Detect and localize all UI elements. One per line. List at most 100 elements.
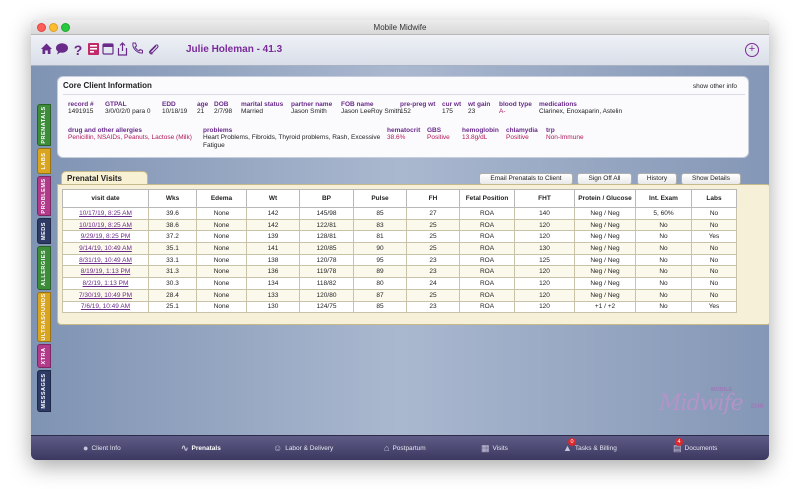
phone-icon[interactable] bbox=[130, 42, 144, 58]
home-icon[interactable] bbox=[39, 42, 53, 58]
table-cell: +1 / +2 bbox=[574, 300, 636, 314]
column-header[interactable]: Fetal Position bbox=[459, 189, 515, 208]
table-row[interactable]: 8/2/19, 1:13 PM 30.3 None 134 118/82 80 24 ROA 1… bbox=[62, 277, 737, 290]
record-label: record # bbox=[68, 101, 94, 108]
table-cell: 124/75 bbox=[299, 300, 354, 314]
side-tab-label: XTRA bbox=[41, 347, 47, 365]
pulse-icon: ∿ bbox=[181, 443, 189, 453]
export-icon[interactable] bbox=[115, 42, 129, 58]
column-header[interactable]: visit date bbox=[62, 189, 149, 208]
blood-type-label: blood type bbox=[499, 101, 532, 108]
trp-label: trp bbox=[546, 127, 555, 134]
chat-icon[interactable] bbox=[55, 42, 69, 58]
table-row[interactable]: 8/19/19, 1:13 PM 31.3 None 136 119/78 89 23 ROA… bbox=[62, 265, 737, 279]
table-cell: ROA bbox=[459, 218, 515, 232]
side-tab-prenatals[interactable]: PRENATALS bbox=[37, 104, 51, 146]
side-tab-messages[interactable]: MESSAGES bbox=[37, 370, 51, 412]
visit-date-link[interactable]: 8/19/19, 1:13 PM bbox=[62, 265, 149, 279]
nav-label: Labor & Delivery bbox=[285, 445, 334, 453]
table-row[interactable]: 9/29/19, 8:25 PM 37.2 None 139 128/81 81 25 ROA… bbox=[62, 230, 737, 244]
nav-labor-delivery[interactable]: ☺ Labor & Delivery bbox=[273, 436, 333, 460]
table-cell: 120/78 bbox=[299, 253, 354, 267]
chlamydia-label: chlamydia bbox=[506, 127, 538, 134]
table-cell: Yes bbox=[691, 230, 737, 244]
table-cell: None bbox=[196, 230, 247, 244]
add-icon[interactable]: + bbox=[745, 43, 759, 57]
table-cell: 25.1 bbox=[148, 300, 197, 314]
side-tab-problems[interactable]: PROBLEMS bbox=[37, 176, 51, 216]
close-window-button[interactable] bbox=[37, 23, 46, 32]
nav-label: Client Info bbox=[91, 445, 121, 453]
blood-type-value: A- bbox=[499, 108, 506, 115]
logo-side-text: EHR bbox=[751, 404, 764, 410]
calendar-icon[interactable] bbox=[101, 42, 115, 58]
table-row[interactable]: 9/14/19, 10:49 AM 35.1 None 141 120/85 90 25 RO… bbox=[62, 242, 737, 255]
column-header[interactable]: FH bbox=[406, 189, 460, 208]
table-cell: No bbox=[691, 253, 737, 267]
table-row[interactable]: 8/31/19, 10:49 AM 33.1 None 138 120/78 95 23 RO… bbox=[62, 253, 737, 267]
table-cell: 27 bbox=[406, 207, 460, 220]
core-client-info-panel: Core Client Information show other info … bbox=[57, 76, 749, 158]
table-row[interactable]: 7/6/19, 10:49 AM 25.1 None 130 124/75 85 23 ROA… bbox=[62, 300, 737, 314]
visit-date-link[interactable]: 9/14/19, 10:49 AM bbox=[62, 242, 149, 255]
visit-date-link[interactable]: 10/10/19, 8:25 AM bbox=[62, 218, 149, 232]
nav-label: Postpartum bbox=[392, 445, 426, 453]
minimize-window-button[interactable] bbox=[49, 23, 58, 32]
table-cell: None bbox=[196, 277, 247, 290]
table-cell: 142 bbox=[246, 218, 300, 232]
column-header[interactable]: Labs bbox=[691, 189, 737, 208]
side-tab-labs[interactable]: LABS bbox=[37, 148, 51, 174]
nav-postpartum[interactable]: ⌂ Postpartum bbox=[384, 436, 426, 460]
gtpal-label: GTPAL bbox=[105, 101, 127, 108]
nav-client-info[interactable]: ● Client Info bbox=[83, 436, 121, 460]
partner-name-label: partner name bbox=[291, 101, 333, 108]
visit-date-link[interactable]: 7/6/19, 10:49 AM bbox=[62, 300, 149, 314]
table-cell: No bbox=[635, 253, 692, 267]
side-tab-ultrasounds[interactable]: ULTRASOUNDS bbox=[37, 292, 51, 342]
show-other-info-link[interactable]: show other info bbox=[693, 83, 737, 90]
table-cell: 24 bbox=[406, 277, 460, 290]
table-cell: 142 bbox=[246, 207, 300, 220]
column-header[interactable]: BP bbox=[299, 189, 354, 208]
column-header[interactable]: Edema bbox=[196, 189, 247, 208]
side-tab-meds[interactable]: MEDS bbox=[37, 218, 51, 244]
table-cell: 37.2 bbox=[148, 230, 197, 244]
edd-value: 10/18/19 bbox=[162, 108, 188, 115]
table-cell: No bbox=[691, 265, 737, 279]
column-header[interactable]: Wks bbox=[148, 189, 197, 208]
visit-date-link[interactable]: 7/30/19, 10:49 PM bbox=[62, 288, 149, 302]
column-header[interactable]: FHT bbox=[514, 189, 575, 208]
table-cell: 120 bbox=[514, 230, 575, 244]
table-row[interactable]: 10/17/19, 8:25 AM 39.6 None 142 145/98 85 27 RO… bbox=[62, 207, 737, 220]
table-row[interactable]: 10/10/19, 8:25 AM 38.6 None 142 122/81 83 25 RO… bbox=[62, 218, 737, 232]
side-tab-label: PROBLEMS bbox=[41, 178, 47, 214]
table-cell: 28.4 bbox=[148, 288, 197, 302]
table-cell: None bbox=[196, 265, 247, 279]
chart-icon[interactable] bbox=[86, 42, 100, 58]
table-cell: 133 bbox=[246, 288, 300, 302]
column-header[interactable]: Wt bbox=[246, 189, 300, 208]
visit-date-link[interactable]: 8/31/19, 10:49 AM bbox=[62, 253, 149, 267]
visit-date-link[interactable]: 9/29/19, 8:25 PM bbox=[62, 230, 149, 244]
top-toolbar: ? Julie Holeman - 41.3 + bbox=[31, 35, 769, 66]
side-tab-allergies[interactable]: ALLERGIES bbox=[37, 246, 51, 290]
nav-visits[interactable]: ▦ Visits bbox=[481, 436, 508, 460]
column-header[interactable]: Protein / Glucose bbox=[574, 189, 636, 208]
zoom-window-button[interactable] bbox=[61, 23, 70, 32]
pre-preg-wt-label: pre-preg wt bbox=[400, 101, 436, 108]
visit-date-link[interactable]: 10/17/19, 8:25 AM bbox=[62, 207, 149, 220]
attachment-icon[interactable] bbox=[146, 42, 160, 58]
table-cell: 23 bbox=[406, 253, 460, 267]
visit-date-link[interactable]: 8/2/19, 1:13 PM bbox=[62, 277, 149, 290]
table-cell: No bbox=[635, 277, 692, 290]
table-row[interactable]: 7/30/19, 10:49 PM 28.4 None 133 120/80 87 25 RO… bbox=[62, 288, 737, 302]
table-cell: Yes bbox=[691, 300, 737, 314]
column-header[interactable]: Int. Exam bbox=[635, 189, 692, 208]
side-tab-xtra[interactable]: XTRA bbox=[37, 344, 51, 368]
table-cell: Neg / Neg bbox=[574, 230, 636, 244]
help-icon[interactable]: ? bbox=[71, 42, 85, 58]
column-header[interactable]: Pulse bbox=[353, 189, 407, 208]
prenatal-visits-tab[interactable]: Prenatal Visits bbox=[61, 171, 148, 184]
nav-prenatals[interactable]: ∿ Prenatals bbox=[181, 436, 221, 460]
table-cell: ROA bbox=[459, 253, 515, 267]
